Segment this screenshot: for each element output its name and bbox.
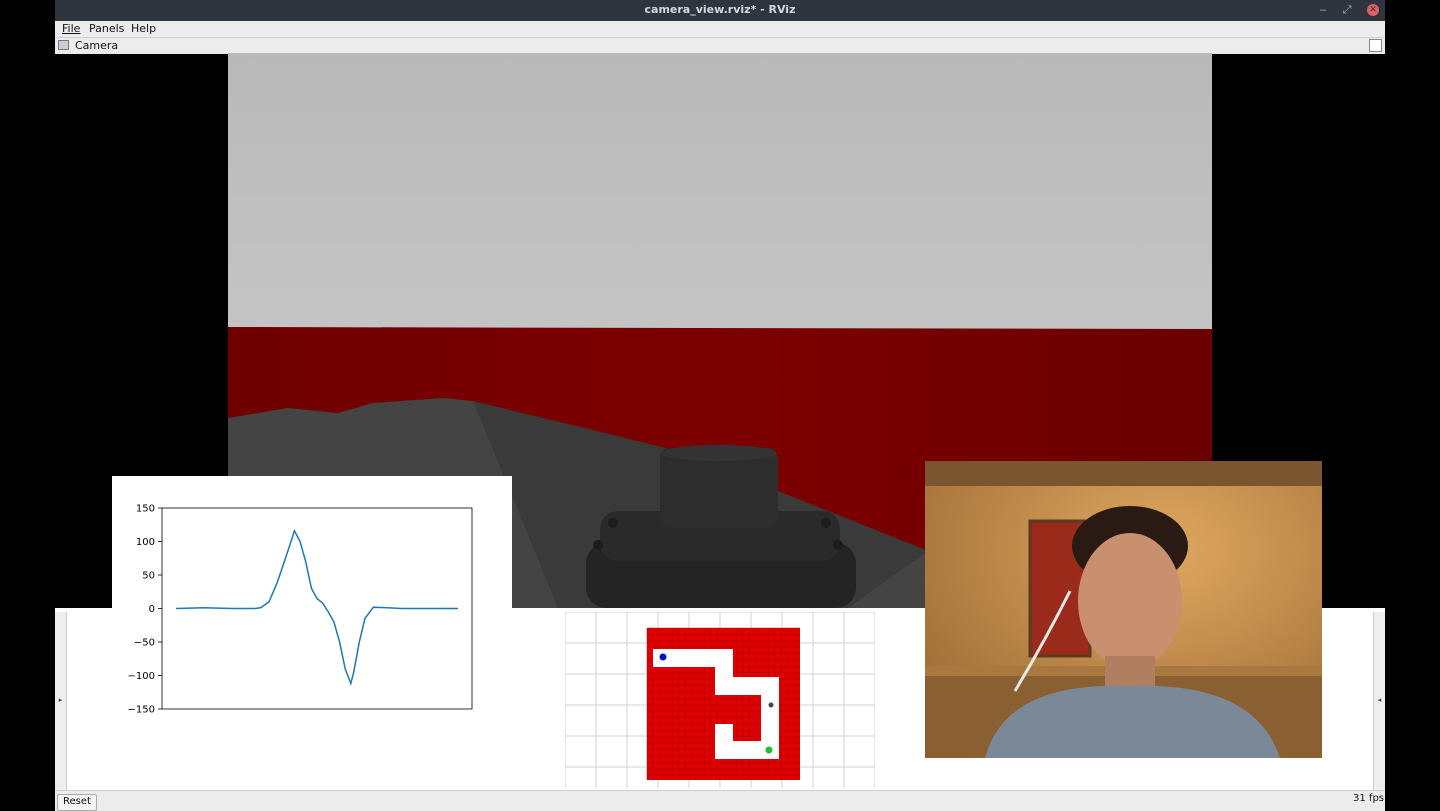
menu-file[interactable]: File bbox=[62, 22, 80, 35]
sky-background bbox=[228, 53, 1212, 331]
y-tick-label: −50 bbox=[134, 638, 155, 649]
y-tick-label: −150 bbox=[128, 705, 155, 716]
menu-panels[interactable]: Panels bbox=[89, 22, 124, 35]
y-tick-label: −100 bbox=[128, 671, 155, 682]
float-panel-button[interactable] bbox=[1369, 39, 1382, 52]
menu-help[interactable]: Help bbox=[131, 22, 156, 35]
maximize-button[interactable]: ⤢ bbox=[1339, 2, 1355, 18]
y-tick-label: 50 bbox=[142, 571, 155, 582]
camera-panel-header: Camera bbox=[55, 37, 1385, 54]
status-bar: Reset 31 fps bbox=[55, 790, 1385, 811]
line-chart: 150 100 50 0 −50 −100 −150 bbox=[112, 476, 512, 721]
right-collapse-handle[interactable]: ◂ bbox=[1373, 612, 1385, 790]
window-titlebar: camera_view.rviz* - RViz ‒ ⤢ ✕ bbox=[55, 0, 1385, 21]
chevron-left-icon: ◂ bbox=[1377, 696, 1382, 704]
close-button[interactable]: ✕ bbox=[1367, 4, 1379, 16]
left-collapse-handle[interactable]: ▸ bbox=[55, 612, 67, 790]
goal-marker bbox=[765, 746, 773, 754]
y-tick-label: 100 bbox=[136, 537, 155, 548]
grid-map bbox=[565, 612, 875, 788]
y-tick-label: 150 bbox=[136, 504, 155, 515]
y-tick-label: 0 bbox=[149, 604, 155, 615]
reset-button[interactable]: Reset bbox=[57, 794, 97, 811]
fps-readout: 31 fps bbox=[1353, 793, 1384, 804]
menu-bar: File Panels Help bbox=[55, 21, 1385, 37]
minimize-button[interactable]: ‒ bbox=[1315, 2, 1331, 18]
panel-title: Camera bbox=[75, 39, 119, 52]
camera-icon bbox=[58, 40, 69, 50]
chevron-right-icon: ▸ bbox=[58, 696, 63, 704]
window-title: camera_view.rviz* - RViz bbox=[644, 3, 796, 16]
robot-marker bbox=[659, 653, 667, 661]
webcam-video bbox=[925, 461, 1322, 758]
obstacle-marker bbox=[768, 702, 774, 708]
